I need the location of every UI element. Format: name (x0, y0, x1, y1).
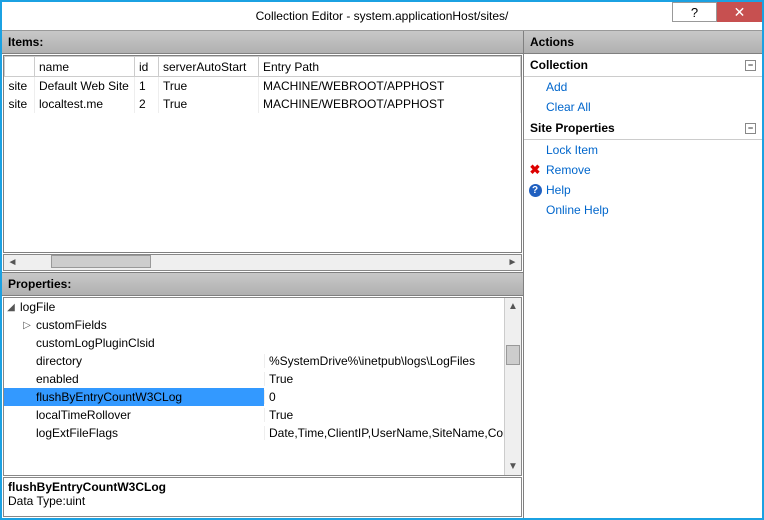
col-id[interactable]: id (135, 57, 159, 77)
desc-name: flushByEntryCountW3CLog (8, 480, 517, 494)
properties-grid[interactable]: ◢ logFile ▷customFields customLogPluginC… (3, 297, 522, 476)
cell-autostart: True (159, 77, 259, 96)
scroll-thumb[interactable] (51, 255, 151, 268)
prop-value[interactable]: %SystemDrive%\inetpub\logs\LogFiles (264, 354, 504, 368)
items-header-row[interactable]: name id serverAutoStart Entry Path (5, 57, 521, 77)
window-title: Collection Editor - system.applicationHo… (2, 9, 762, 23)
cell-name: Default Web Site (35, 77, 135, 96)
prop-row[interactable]: customLogPluginClsid (4, 334, 504, 352)
cell-type: site (5, 77, 35, 96)
items-hscrollbar[interactable]: ◄ ► (3, 254, 522, 271)
prop-name: enabled (34, 372, 264, 386)
prop-name: logFile (18, 300, 262, 314)
cell-type: site (5, 95, 35, 113)
prop-value[interactable]: True (264, 372, 504, 386)
window-buttons: ? ✕ (672, 2, 762, 22)
col-type[interactable] (5, 57, 35, 77)
prop-row[interactable]: localTimeRollover True (4, 406, 504, 424)
action-online-help[interactable]: Online Help (524, 200, 762, 220)
prop-name: customFields (34, 318, 264, 332)
property-description: flushByEntryCountW3CLog Data Type:uint (3, 477, 522, 517)
items-pane: Items: name id serverAutoStart Entry Pat… (2, 31, 523, 273)
section-title: Collection (530, 58, 588, 72)
cell-id: 2 (135, 95, 159, 113)
prop-name: flushByEntryCountW3CLog (34, 390, 264, 404)
cell-entrypath: MACHINE/WEBROOT/APPHOST (259, 77, 521, 96)
actions-header: Actions (524, 31, 762, 54)
scroll-right-icon[interactable]: ► (504, 255, 521, 270)
prop-name: logExtFileFlags (34, 426, 264, 440)
desc-type: Data Type:uint (8, 494, 517, 508)
cell-entrypath: MACHINE/WEBROOT/APPHOST (259, 95, 521, 113)
prop-row-logfile[interactable]: ◢ logFile (4, 298, 504, 316)
prop-row[interactable]: ▷customFields (4, 316, 504, 334)
cell-id: 1 (135, 77, 159, 96)
items-header: Items: (2, 31, 523, 54)
prop-row-selected[interactable]: flushByEntryCountW3CLog 0 (4, 388, 504, 406)
actions-body: Collection − Add Clear All Site Properti… (524, 54, 762, 518)
section-collection[interactable]: Collection − (524, 54, 762, 77)
prop-value[interactable]: True (264, 408, 504, 422)
remove-icon: ✖ (528, 163, 542, 177)
titlebar: Collection Editor - system.applicationHo… (2, 2, 762, 30)
action-help[interactable]: ? Help (524, 180, 762, 200)
expand-icon[interactable]: ▷ (20, 320, 34, 331)
prop-name: customLogPluginClsid (34, 336, 264, 350)
table-row[interactable]: site localtest.me 2 True MACHINE/WEBROOT… (5, 95, 521, 113)
prop-value[interactable]: Date,Time,ClientIP,UserName,SiteName,Com… (264, 426, 504, 440)
prop-row[interactable]: directory %SystemDrive%\inetpub\logs\Log… (4, 352, 504, 370)
collapse-icon[interactable]: − (745, 60, 756, 71)
items-grid[interactable]: name id serverAutoStart Entry Path site … (3, 55, 522, 253)
actions-column: Actions Collection − Add Clear All Site … (524, 31, 762, 518)
main-area: Items: name id serverAutoStart Entry Pat… (2, 30, 762, 518)
cell-name: localtest.me (35, 95, 135, 113)
help-button[interactable]: ? (672, 2, 717, 22)
collapse-icon[interactable]: − (745, 123, 756, 134)
prop-row[interactable]: enabled True (4, 370, 504, 388)
action-lock-item[interactable]: Lock Item (524, 140, 762, 160)
scroll-down-icon[interactable]: ▼ (505, 458, 521, 475)
properties-header: Properties: (2, 273, 523, 296)
collapse-icon[interactable]: ◢ (4, 302, 18, 313)
col-serverautostart[interactable]: serverAutoStart (159, 57, 259, 77)
section-site-properties[interactable]: Site Properties − (524, 117, 762, 140)
left-column: Items: name id serverAutoStart Entry Pat… (2, 31, 524, 518)
help-icon: ? (528, 183, 542, 197)
cell-autostart: True (159, 95, 259, 113)
scroll-left-icon[interactable]: ◄ (4, 255, 21, 270)
prop-value[interactable]: 0 (264, 390, 504, 404)
col-entrypath[interactable]: Entry Path (259, 57, 521, 77)
action-add[interactable]: Add (524, 77, 762, 97)
close-button[interactable]: ✕ (717, 2, 762, 22)
action-clear-all[interactable]: Clear All (524, 97, 762, 117)
prop-name: localTimeRollover (34, 408, 264, 422)
prop-row[interactable]: logExtFileFlags Date,Time,ClientIP,UserN… (4, 424, 504, 442)
action-remove[interactable]: ✖ Remove (524, 160, 762, 180)
scroll-up-icon[interactable]: ▲ (505, 298, 521, 315)
col-name[interactable]: name (35, 57, 135, 77)
properties-pane: Properties: ◢ logFile ▷customFields cust… (2, 273, 523, 518)
prop-name: directory (34, 354, 264, 368)
table-row[interactable]: site Default Web Site 1 True MACHINE/WEB… (5, 77, 521, 96)
section-title: Site Properties (530, 121, 615, 135)
scroll-thumb[interactable] (506, 345, 520, 365)
properties-vscrollbar[interactable]: ▲ ▼ (504, 298, 521, 475)
